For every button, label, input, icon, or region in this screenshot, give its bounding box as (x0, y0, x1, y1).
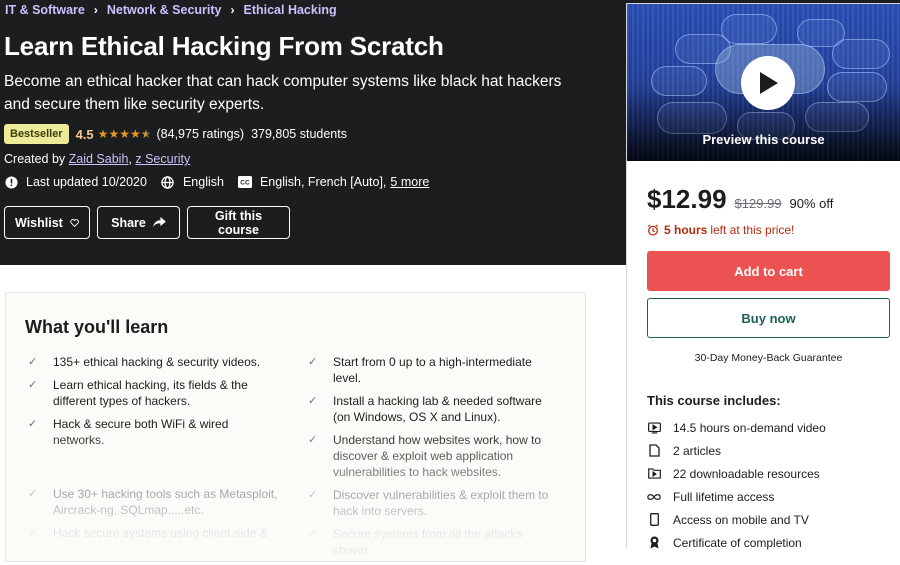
what-youll-learn: What you'll learn ✓ 135+ ethical hacking … (5, 292, 586, 562)
check-icon: ✓ (308, 356, 318, 368)
learn-item-text: 135+ ethical hacking & security videos. (53, 355, 261, 369)
learn-title: What you'll learn (25, 317, 169, 337)
students-count: 379,805 students (251, 127, 347, 141)
rating-value: 4.5 (75, 126, 94, 142)
mobile-icon (647, 513, 661, 527)
includes-title: This course includes: (647, 393, 781, 408)
cloud-icon (721, 14, 777, 44)
ratings-count-link[interactable]: (84,975 ratings) (157, 127, 245, 141)
video-icon (647, 421, 661, 435)
wishlist-label: Wishlist (15, 215, 63, 230)
author-link[interactable]: z Security (135, 152, 190, 166)
author-link[interactable]: Zaid Sabih (69, 152, 129, 166)
svg-text:CC: CC (240, 180, 250, 187)
language-text: English (182, 175, 224, 189)
share-label: Share (111, 215, 146, 230)
course-title: Learn Ethical Hacking From Scratch (4, 31, 444, 61)
star-icon: ★ (119, 127, 130, 141)
course-preview[interactable]: Preview this course (627, 4, 900, 161)
includes-label: Certificate of completion (673, 535, 802, 550)
infinity-icon (647, 490, 661, 504)
file-icon (647, 444, 661, 458)
chevron-right-icon: › (93, 3, 98, 17)
play-button[interactable] (741, 56, 795, 110)
learn-item: ✓ 135+ ethical hacking & security videos. (28, 354, 278, 370)
content-fade-overlay (6, 393, 585, 561)
add-to-cart-button[interactable]: Add to cart (647, 251, 890, 291)
language: English (161, 175, 224, 189)
price-row: $12.99 $129.99 90% off (647, 184, 833, 215)
breadcrumb-ethical-hacking[interactable]: Ethical Hacking (244, 3, 337, 17)
gift-course-button[interactable]: Gift this course (187, 206, 290, 239)
buy-now-button[interactable]: Buy now (647, 298, 890, 338)
alarm-clock-icon (647, 224, 659, 236)
half-star-icon: ★ (140, 127, 152, 141)
original-price: $129.99 (734, 196, 782, 211)
includes-item: 22 downloadable resources (647, 462, 826, 485)
current-price: $12.99 (647, 184, 727, 214)
price-timer: 5 hours left at this price! (647, 223, 794, 237)
breadcrumb-network-security[interactable]: Network & Security (107, 3, 222, 17)
includes-label: Access on mobile and TV (673, 512, 809, 527)
captions: CC English, French [Auto], 5 more (237, 175, 429, 189)
created-by-label: Created by (4, 152, 66, 166)
check-icon: ✓ (28, 356, 38, 368)
created-by: Created by Zaid Sabih, z Security (4, 152, 191, 166)
share-button[interactable]: Share (97, 206, 180, 239)
more-captions-link[interactable]: 5 more (390, 175, 429, 189)
timer-text: left at this price! (710, 223, 795, 237)
includes-list: 14.5 hours on-demand video 2 articles 22… (647, 416, 826, 554)
star-icon: ★ (108, 127, 120, 141)
certificate-icon (647, 536, 661, 550)
rating-row: Bestseller 4.5 ★★★★★ (84,975 ratings) 37… (4, 124, 347, 144)
course-meta: Last updated 10/2020 English CC English,… (4, 175, 443, 189)
includes-item: Access on mobile and TV (647, 508, 826, 531)
captions-text: English, French [Auto], (259, 175, 387, 189)
share-arrow-icon (152, 217, 166, 228)
heart-icon (70, 218, 79, 227)
play-icon (760, 72, 778, 94)
purchase-card: Preview this course $12.99 $129.99 90% o… (626, 3, 900, 550)
star-icon: ★ (129, 127, 141, 141)
chevron-right-icon: › (230, 3, 235, 17)
globe-icon (161, 175, 175, 189)
star-rating: ★★★★★ (98, 127, 152, 141)
includes-label: 22 downloadable resources (673, 466, 820, 481)
money-back-guarantee: 30-Day Money-Back Guarantee (694, 352, 843, 364)
includes-label: Full lifetime access (673, 489, 775, 504)
includes-label: 14.5 hours on-demand video (673, 420, 826, 435)
breadcrumb-it-software[interactable]: IT & Software (5, 3, 85, 17)
includes-item: Certificate of completion (647, 531, 826, 554)
includes-item: Full lifetime access (647, 485, 826, 508)
learn-item: ✓ Start from 0 up to a high-intermediate … (308, 354, 558, 386)
learn-item-text: Start from 0 up to a high-intermediate l… (333, 355, 532, 385)
timer-hours: 5 hours (664, 223, 708, 237)
course-actions: Wishlist Share Gift this course (4, 206, 297, 239)
cloud-icon (832, 39, 890, 69)
breadcrumb: IT & Software › Network & Security › Eth… (5, 3, 337, 17)
last-updated-text: Last updated 10/2020 (26, 175, 147, 189)
course-subtitle: Become an ethical hacker that can hack c… (4, 73, 562, 113)
last-updated: Last updated 10/2020 (4, 175, 147, 189)
preview-label[interactable]: Preview this course (627, 132, 900, 147)
bestseller-badge: Bestseller (4, 124, 69, 144)
includes-item: 14.5 hours on-demand video (647, 416, 826, 439)
download-folder-icon (647, 467, 661, 481)
wishlist-button[interactable]: Wishlist (4, 206, 90, 239)
includes-item: 2 articles (647, 439, 826, 462)
alert-badge-icon (4, 175, 18, 189)
includes-label: 2 articles (673, 443, 722, 458)
discount: 90% off (789, 196, 834, 211)
closed-captions-icon: CC (237, 175, 252, 189)
star-icon: ★ (97, 127, 109, 141)
